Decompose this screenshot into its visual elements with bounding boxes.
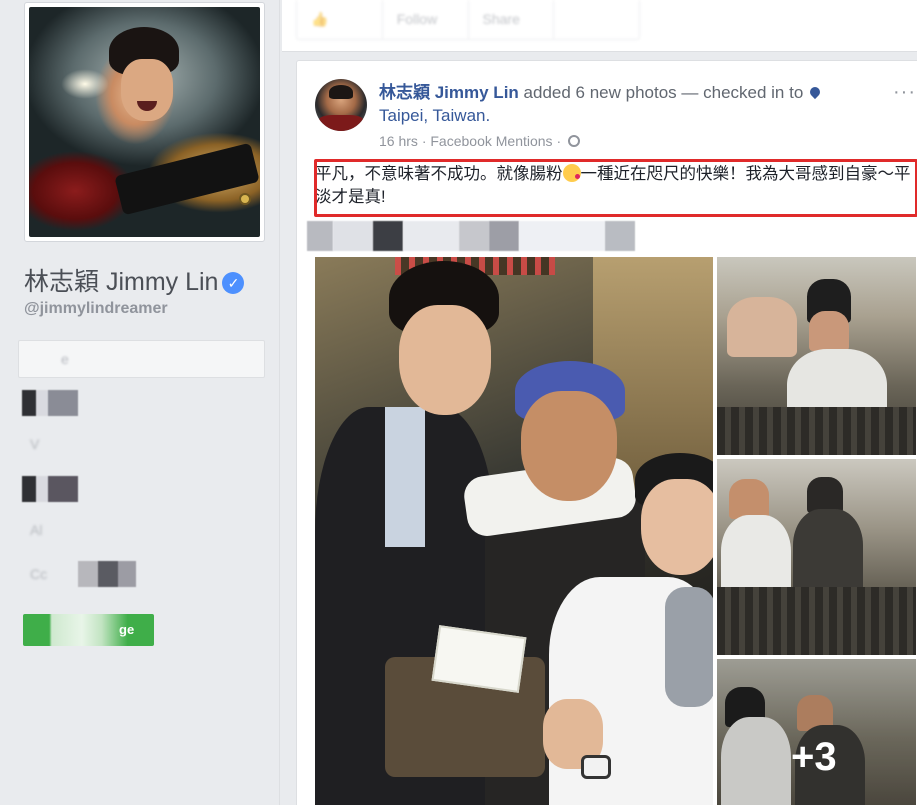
blurred-nav-item[interactable]	[22, 390, 78, 416]
blurred-translation-strip[interactable]	[307, 221, 652, 251]
blurred-nav-label[interactable]: Cc	[30, 566, 47, 582]
blurred-nav-label[interactable]: Al	[30, 522, 42, 538]
post-action-text: added 6 new photos — checked in to	[523, 83, 804, 102]
red-highlight-box	[314, 159, 917, 217]
post-options-icon[interactable]: ···	[893, 81, 916, 104]
globe-icon	[568, 135, 581, 147]
blurred-nav-item[interactable]	[22, 476, 78, 502]
follow-button[interactable]: Follow	[383, 0, 469, 39]
location-pin-icon	[807, 84, 823, 100]
location-link[interactable]: Taipei, Taiwan.	[379, 106, 490, 125]
page-username[interactable]: @jimmylindreamer	[24, 300, 168, 318]
share-label: Share	[482, 11, 520, 27]
post-photo-thumbnail-more[interactable]: +3	[717, 659, 916, 805]
more-photos-count: +3	[791, 735, 837, 779]
profile-picture[interactable]	[24, 2, 265, 242]
blurred-nav-field[interactable]: e	[18, 340, 265, 378]
page-title[interactable]: 林志穎 Jimmy Lin ✓	[24, 262, 245, 298]
action-buttons-group: 👍 Follow Share	[296, 0, 640, 40]
post-source[interactable]: Facebook Mentions	[430, 133, 552, 149]
blurred-nav-field-text: e	[61, 351, 69, 367]
page-name-text[interactable]: 林志穎 Jimmy Lin	[24, 268, 218, 296]
page-sidebar: 林志穎 Jimmy Lin ✓ @jimmylindreamer e V Al C…	[0, 0, 280, 805]
author-name-link[interactable]: 林志穎 Jimmy Lin	[379, 83, 519, 102]
like-button[interactable]: 👍	[297, 0, 383, 39]
page-cta-button[interactable]: ge	[23, 614, 154, 646]
share-button[interactable]: Share	[469, 0, 555, 39]
blurred-nav-item[interactable]	[78, 561, 136, 587]
post-header: 林志穎 Jimmy Lin added 6 new photos — check…	[379, 81, 849, 127]
blurred-nav-label[interactable]: V	[30, 436, 39, 452]
page-action-bar: 👍 Follow Share	[282, 0, 917, 52]
post-photo-thumbnail[interactable]	[717, 257, 916, 455]
more-photos-overlay[interactable]: +3	[717, 659, 916, 805]
verified-badge-icon: ✓	[222, 272, 245, 294]
post-photo-thumbnail[interactable]	[717, 459, 916, 655]
profile-photo-image	[29, 7, 260, 237]
post-meta: 16 hrs · Facebook Mentions ·	[379, 133, 581, 149]
page-cta-label: ge	[119, 622, 135, 637]
author-avatar[interactable]	[315, 79, 367, 131]
more-options-button[interactable]	[554, 0, 639, 39]
feed-post: 林志穎 Jimmy Lin added 6 new photos — check…	[296, 60, 917, 805]
follow-label: Follow	[396, 11, 438, 27]
post-timestamp[interactable]: 16 hrs	[379, 133, 418, 149]
like-icon: 👍	[311, 11, 329, 27]
post-photo-main[interactable]	[315, 257, 713, 805]
